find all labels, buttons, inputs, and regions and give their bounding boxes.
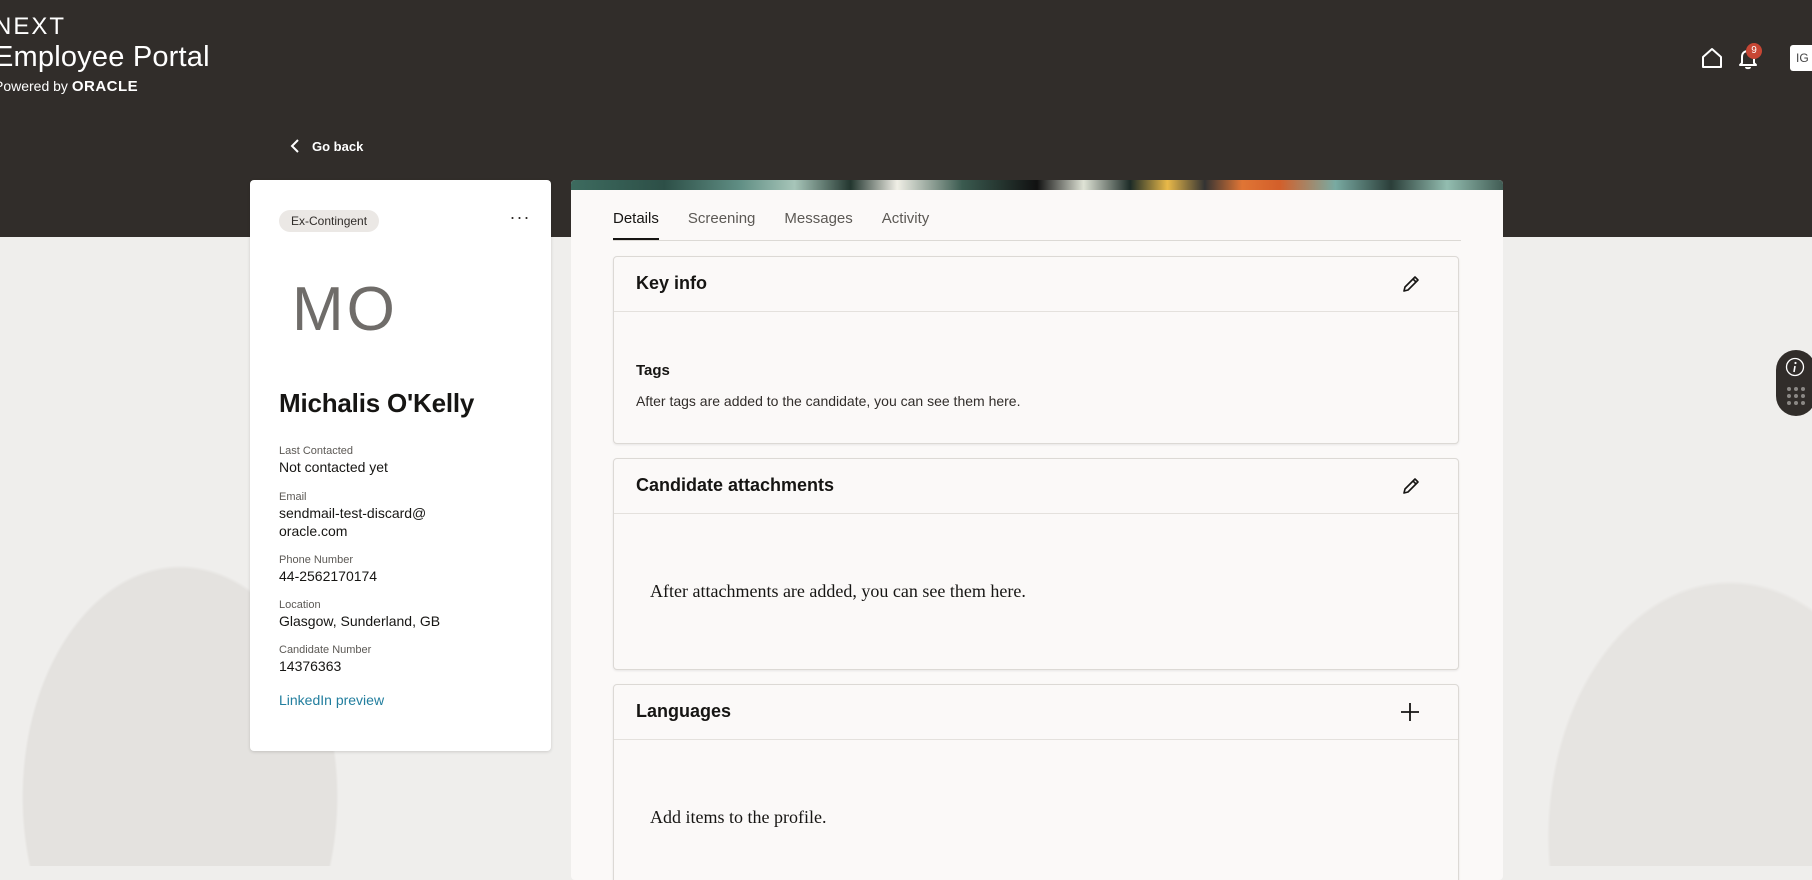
- tab-messages[interactable]: Messages: [784, 210, 852, 240]
- more-actions-button[interactable]: ···: [507, 208, 533, 230]
- pencil-icon[interactable]: [1396, 270, 1424, 298]
- brand-line2: Employee Portal: [0, 41, 210, 73]
- powered-by-text: Powered by: [0, 78, 72, 94]
- candidate-profile-card: Ex-Contingent ··· MO Michalis O'Kelly La…: [250, 180, 551, 751]
- section-title: Candidate attachments: [636, 475, 835, 495]
- section-header: Candidate attachments: [614, 459, 1458, 514]
- field-label: Candidate Number: [279, 644, 372, 656]
- field-value: 44-2562170174: [279, 568, 378, 584]
- field-label: Last Contacted: [279, 445, 353, 457]
- keypad-grid-icon[interactable]: [1786, 386, 1806, 406]
- tags-label: Tags: [636, 362, 670, 379]
- go-back-label: Go back: [312, 138, 364, 154]
- plus-icon[interactable]: [1396, 698, 1424, 726]
- field-phone-number: Phone Number 44-2562170174: [279, 553, 529, 585]
- field-value: Glasgow, Sunderland, GB: [279, 613, 441, 629]
- field-label: Phone Number: [279, 554, 353, 566]
- candidate-name: Michalis O'Kelly: [279, 388, 475, 418]
- key-info-section: Key info Tags After tags are added to th…: [613, 256, 1459, 444]
- user-avatar[interactable]: IG: [1790, 45, 1812, 71]
- languages-section: Languages Add items to the profile.: [613, 684, 1459, 880]
- field-value: Not contacted yet: [279, 459, 388, 475]
- pencil-icon[interactable]: [1396, 472, 1424, 500]
- oracle-logo: ORACLE: [71, 78, 139, 95]
- field-candidate-number: Candidate Number 14376363: [279, 643, 529, 675]
- candidate-attachments-section: Candidate attachments After attachments …: [613, 458, 1459, 670]
- tab-bar: Details Screening Messages Activity: [613, 210, 958, 240]
- field-label: Email: [279, 491, 307, 503]
- tags-empty-text: After tags are added to the candidate, y…: [636, 393, 1021, 409]
- attachments-empty-text: After attachments are added, you can see…: [650, 581, 1026, 601]
- brand-line3: Powered by ORACLE: [0, 76, 210, 97]
- info-icon[interactable]: [1785, 357, 1805, 377]
- tab-screening[interactable]: Screening: [688, 210, 756, 240]
- linkedin-preview-link[interactable]: LinkedIn preview: [279, 692, 384, 708]
- go-back-link[interactable]: Go back: [288, 138, 363, 154]
- section-header: Languages: [614, 685, 1458, 740]
- status-chip: Ex-Contingent: [279, 210, 380, 232]
- languages-empty-text: Add items to the profile.: [650, 807, 827, 827]
- field-email: Email sendmail-test-discard@oracle.com: [279, 490, 459, 540]
- section-header: Key info: [614, 257, 1458, 312]
- notification-count-badge: 9: [1746, 43, 1762, 59]
- field-value: 14376363: [279, 658, 342, 674]
- tab-activity[interactable]: Activity: [882, 210, 930, 240]
- field-location: Location Glasgow, Sunderland, GB: [279, 598, 529, 630]
- field-last-contacted: Last Contacted Not contacted yet: [279, 444, 529, 476]
- candidate-initials-avatar: MO: [292, 275, 398, 344]
- side-help-widget[interactable]: [1776, 350, 1812, 416]
- home-icon[interactable]: [1698, 44, 1726, 72]
- brand-logo[interactable]: NEXT Employee Portal Powered by ORACLE: [0, 14, 210, 97]
- brand-line1: NEXT: [0, 13, 67, 40]
- main-content-panel: Details Screening Messages Activity Key …: [571, 180, 1503, 880]
- section-title: Key info: [636, 273, 708, 293]
- section-title: Languages: [636, 701, 732, 721]
- field-value[interactable]: sendmail-test-discard@oracle.com: [279, 504, 429, 540]
- tab-divider: [613, 240, 1461, 241]
- field-label: Location: [279, 599, 321, 611]
- tab-details[interactable]: Details: [613, 210, 659, 240]
- chevron-left-icon: [290, 139, 299, 153]
- header-banner-image: [571, 180, 1503, 190]
